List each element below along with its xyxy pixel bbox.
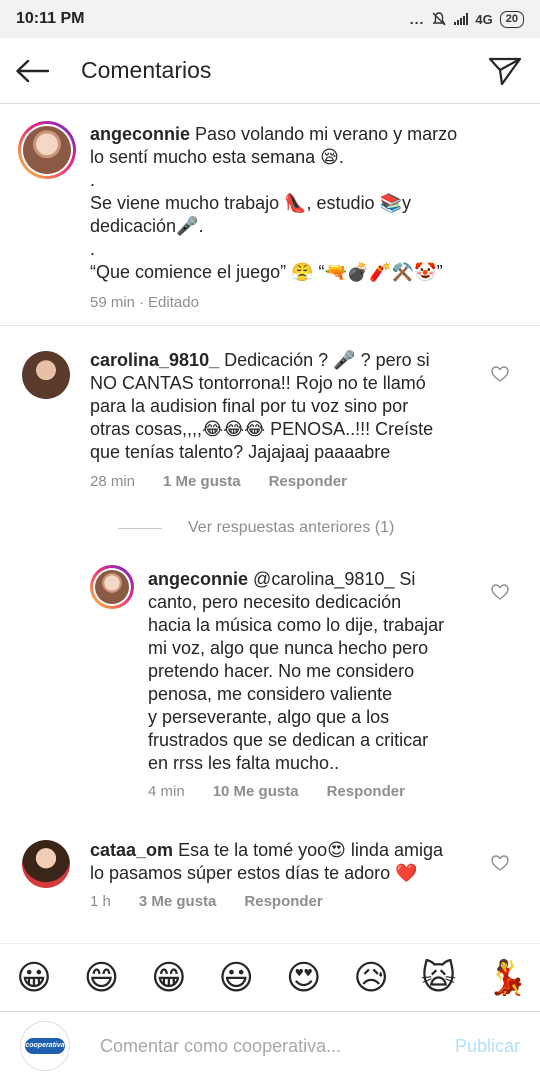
caption-time: 59 min	[90, 294, 136, 311]
emoji-bar: 😀 😄 😁 😃 😍 😥 🙀 💃	[0, 943, 540, 1011]
emoji-button[interactable]: 🙀	[419, 958, 459, 998]
reply-button[interactable]: Responder	[244, 893, 322, 910]
caption-text: angeconnie Paso volando mi verano y marz…	[90, 124, 458, 282]
heart-outline-icon[interactable]	[490, 853, 510, 873]
back-button[interactable]	[0, 38, 65, 104]
comment-time: 28 min	[90, 473, 136, 490]
emoji-button[interactable]: 😃	[216, 958, 256, 998]
heart-outline-icon[interactable]	[490, 364, 510, 384]
network-type: 4G	[475, 11, 493, 27]
edited-label: Editado	[148, 294, 199, 311]
post-caption: angeconnie Paso volando mi verano y marz…	[0, 104, 540, 326]
likes-count[interactable]: 10 Me gusta	[213, 783, 299, 800]
caption-meta: 59 min · Editado	[90, 294, 199, 311]
comment-text: angeconnie @carolina_9810_ Si canto, per…	[148, 569, 445, 773]
view-previous-replies[interactable]: Ver respuestas anteriores (1)	[118, 519, 394, 537]
emoji-button[interactable]: 😁	[149, 958, 189, 998]
emoji-button[interactable]: 😄	[81, 958, 121, 998]
avatar[interactable]	[22, 840, 70, 888]
likes-count[interactable]: 1 Me gusta	[163, 473, 241, 490]
comment-text: carolina_9810_ Dedicación ? 🎤 ? pero si …	[90, 350, 434, 462]
avatar[interactable]	[18, 121, 76, 179]
header: Comentarios	[0, 38, 540, 104]
notification-dots-icon: ...	[409, 11, 425, 27]
comment-meta: 28 min 1 Me gusta Responder	[90, 473, 347, 490]
comment-time: 4 min	[148, 783, 185, 800]
comment-meta: 1 h 3 Me gusta Responder	[90, 893, 323, 910]
emoji-button[interactable]: 😀	[14, 958, 54, 998]
signal-strength-icon	[454, 13, 469, 25]
avatar[interactable]	[90, 565, 134, 609]
comment-text: cataa_om Esa te la tomé yoo😍 linda amiga…	[90, 840, 443, 883]
paper-plane-icon	[488, 57, 522, 85]
emoji-button[interactable]: 💃	[486, 958, 528, 998]
brand-logo: cooperativa	[25, 1038, 65, 1054]
likes-count[interactable]: 3 Me gusta	[139, 893, 217, 910]
battery-icon: 20	[499, 10, 524, 28]
publish-button[interactable]: Publicar	[455, 1036, 520, 1057]
comment-input[interactable]	[100, 1035, 420, 1057]
page-title: Comentarios	[81, 57, 212, 83]
share-button[interactable]	[470, 38, 540, 104]
muted-bell-icon	[432, 12, 446, 26]
status-time: 10:11 PM	[16, 10, 85, 27]
comment-username[interactable]: angeconnie	[148, 569, 248, 589]
emoji-button[interactable]: 😥	[351, 958, 391, 998]
reply-button[interactable]: Responder	[327, 783, 405, 800]
comment-time: 1 h	[90, 893, 111, 910]
arrow-left-icon	[16, 59, 49, 82]
caption-username[interactable]: angeconnie	[90, 124, 190, 144]
status-icons: ... 4G 20	[409, 10, 524, 28]
emoji-button[interactable]: 😍	[284, 958, 324, 998]
heart-outline-icon[interactable]	[490, 582, 510, 602]
avatar[interactable]	[22, 351, 70, 399]
status-bar: 10:11 PM ... 4G 20	[0, 0, 540, 38]
comment-meta: 4 min 10 Me gusta Responder	[148, 783, 405, 800]
reply-button[interactable]: Responder	[269, 473, 347, 490]
comment-username[interactable]: carolina_9810_	[90, 350, 219, 370]
comment-composer: cooperativa Publicar	[0, 1011, 540, 1080]
avatar: cooperativa	[20, 1021, 70, 1071]
comment-username[interactable]: cataa_om	[90, 840, 173, 860]
